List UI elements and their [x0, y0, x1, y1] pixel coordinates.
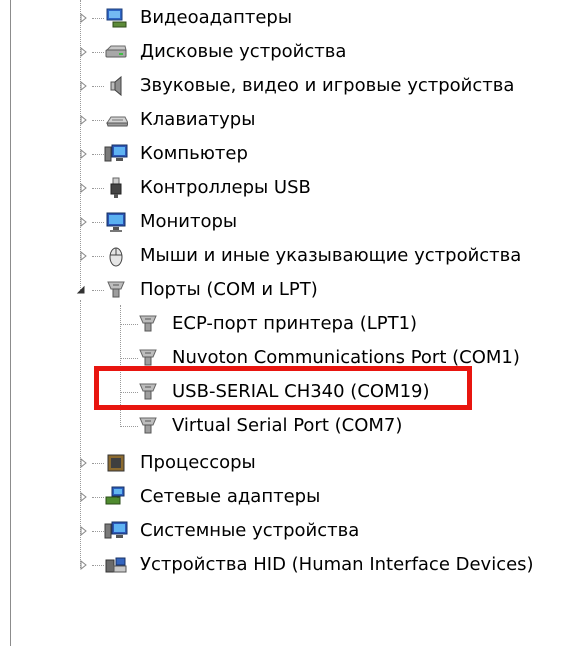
port-icon: [136, 414, 160, 438]
disk-drive-icon: [104, 40, 128, 64]
tree-item-label: Процессоры: [140, 452, 256, 473]
left-window-border: [10, 0, 11, 646]
expand-arrow-icon[interactable]: [78, 216, 90, 228]
tree-item-label: Компьютер: [140, 143, 248, 164]
expand-arrow-icon[interactable]: [78, 491, 90, 503]
computer-icon: [104, 142, 128, 166]
tree-item-label: Системные устройства: [140, 520, 360, 541]
tree-item-label: Дисковые устройства: [140, 41, 347, 62]
highlight-box: [94, 366, 472, 410]
expand-arrow-icon[interactable]: [78, 12, 90, 24]
tree-item-label: Звуковые, видео и игровые устройства: [140, 75, 515, 96]
tree-item-label: ECP-порт принтера (LPT1): [172, 313, 418, 334]
tree-item-label: Virtual Serial Port (COM7): [172, 415, 403, 436]
hid-device-icon: [104, 553, 128, 577]
display-adapter-icon: [104, 6, 128, 30]
monitor-icon: [104, 210, 128, 234]
tree-item-label: Устройства HID (Human Interface Devices): [140, 554, 534, 575]
tree-item-label: Порты (COM и LPT): [140, 279, 318, 300]
system-device-icon: [104, 519, 128, 543]
expand-arrow-icon[interactable]: [78, 182, 90, 194]
expand-arrow-icon[interactable]: [78, 148, 90, 160]
processor-icon: [104, 451, 128, 475]
expand-arrow-icon[interactable]: [78, 559, 90, 571]
usb-plug-icon: [104, 176, 128, 200]
expand-arrow-icon[interactable]: [78, 525, 90, 537]
expand-arrow-icon[interactable]: [78, 80, 90, 92]
expand-arrow-icon[interactable]: [78, 457, 90, 469]
expand-arrow-icon[interactable]: [78, 114, 90, 126]
tree-item-label: Контроллеры USB: [140, 177, 311, 198]
expand-arrow-icon[interactable]: [78, 46, 90, 58]
mouse-icon: [104, 244, 128, 268]
tree-connector-root: [80, 0, 81, 290]
network-adapter-icon: [104, 485, 128, 509]
collapse-arrow-icon[interactable]: [75, 284, 87, 296]
tree-item-label: Клавиатуры: [140, 109, 256, 130]
port-icon: [136, 312, 160, 336]
tree-item-label: Видеоадаптеры: [140, 7, 293, 28]
tree-item-label: Сетевые адаптеры: [140, 486, 321, 507]
keyboard-icon: [104, 108, 128, 132]
tree-item-label: Мониторы: [140, 211, 238, 232]
speaker-icon: [104, 74, 128, 98]
expand-arrow-icon[interactable]: [78, 250, 90, 262]
port-icon: [104, 278, 128, 302]
tree-item-label: Мыши и иные указывающие устройства: [140, 245, 522, 266]
